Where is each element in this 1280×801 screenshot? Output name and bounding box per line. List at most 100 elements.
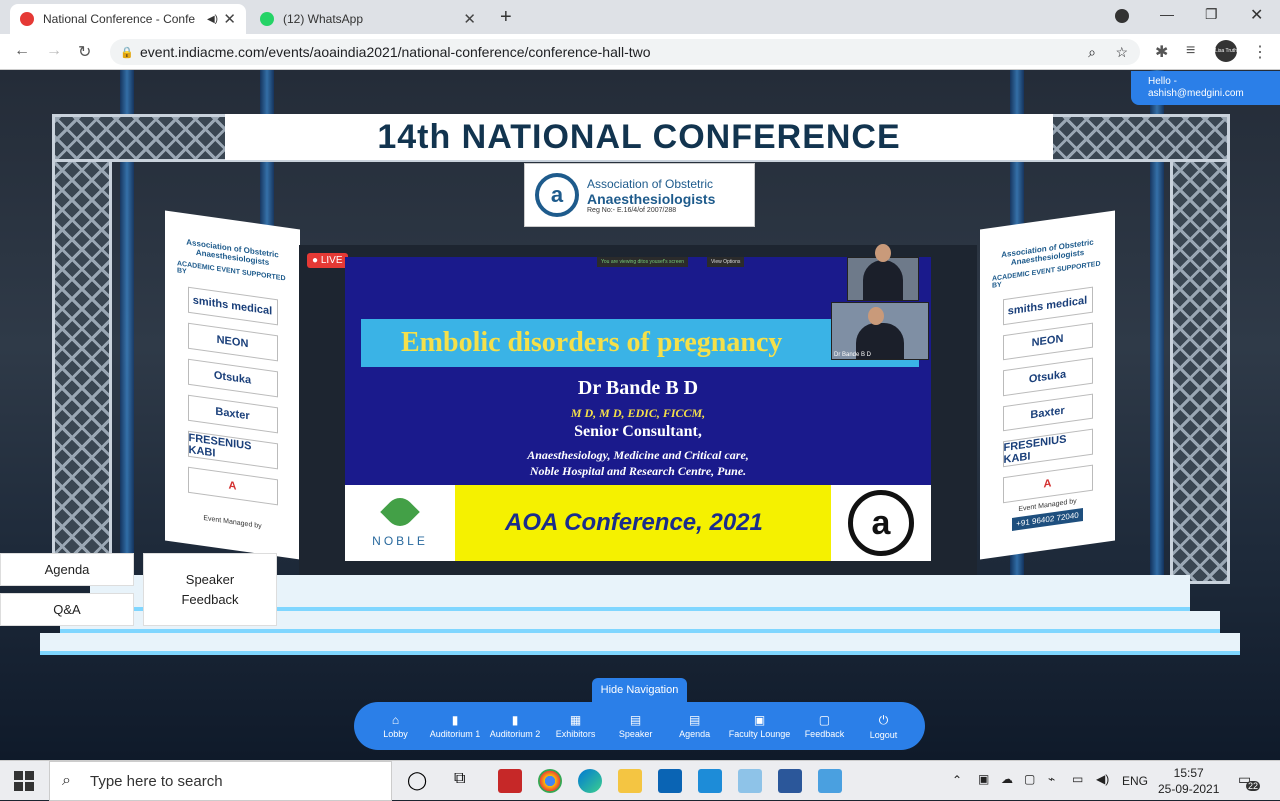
back-arrow-icon[interactable]: ← bbox=[14, 42, 30, 60]
minimize-button[interactable]: — bbox=[1160, 6, 1174, 22]
taskbar-search-input[interactable]: ⌕ Type here to search bbox=[49, 761, 392, 801]
nav-feedback[interactable]: ▢ Feedback bbox=[795, 706, 854, 746]
nav-logout[interactable]: ⏻ Logout bbox=[854, 706, 913, 746]
file-explorer-icon[interactable] bbox=[618, 769, 642, 793]
chrome-icon[interactable] bbox=[538, 769, 562, 793]
new-tab-button[interactable]: + bbox=[500, 6, 512, 29]
lotus-icon bbox=[380, 492, 420, 532]
nav-lobby[interactable]: ⌂ Lobby bbox=[366, 706, 425, 746]
close-window-button[interactable]: ✕ bbox=[1250, 5, 1263, 25]
sponsor-logo: smiths medical bbox=[187, 286, 278, 326]
word-icon[interactable] bbox=[778, 769, 802, 793]
windows-taskbar: ⌕ Type here to search ◯ ⧉ ⌃ ▣ ☁ ▢ ⌁ ▭ ◀)… bbox=[0, 760, 1280, 801]
nav-exhibitors[interactable]: ▦ Exhibitors bbox=[545, 706, 606, 746]
forward-arrow-icon[interactable]: → bbox=[46, 42, 62, 60]
sponsor-logo: FRESENIUS KABI bbox=[187, 430, 278, 470]
user-greeting: Hello - ashish@medgini.com bbox=[1131, 71, 1280, 105]
sponsor-logo: A bbox=[1002, 465, 1093, 504]
sponsor-logo: A bbox=[187, 466, 278, 506]
noble-hospital-logo: NOBLE bbox=[345, 485, 455, 561]
slide-speaker-name: Dr Bande B D bbox=[577, 377, 699, 399]
photos-icon[interactable] bbox=[818, 769, 842, 793]
right-sponsor-banner: Association of Obstetric Anaesthesiologi… bbox=[980, 210, 1115, 560]
browser-tab-strip: National Conference - Confe ◀) ✕ (12) Wh… bbox=[0, 0, 1280, 34]
speaker-cam-label: Dr Bande B D bbox=[834, 352, 872, 358]
org-logo-banner: a Association of Obstetric Anaesthesiolo… bbox=[524, 163, 755, 227]
grid-icon: ▦ bbox=[569, 713, 582, 727]
qa-button[interactable]: Q&A bbox=[0, 593, 134, 626]
nav-auditorium-2[interactable]: ▮ Auditorium 2 bbox=[485, 706, 545, 746]
reload-icon[interactable]: ↻ bbox=[78, 42, 91, 62]
address-bar-row: ← → ↻ 🔒 event.indiacme.com/events/aoaind… bbox=[0, 34, 1280, 70]
sponsor-logo: Otsuka bbox=[187, 358, 278, 398]
onedrive-icon[interactable]: ☁ bbox=[1001, 772, 1013, 786]
power-plug-icon[interactable]: ⌁ bbox=[1048, 772, 1055, 786]
tab-title: National Conference - Confe bbox=[43, 12, 196, 26]
tray-chevron-icon[interactable]: ⌃ bbox=[952, 773, 962, 787]
left-sponsor-banner: Association of Obstetric Anaesthesiologi… bbox=[165, 210, 300, 560]
slide-speaker-dept: Anaesthesiology, Medicine and Critical c… bbox=[527, 448, 749, 478]
aoa-logo-icon: a bbox=[535, 173, 579, 217]
url-text: event.indiacme.com/events/aoaindia2021/n… bbox=[140, 44, 651, 60]
cortana-icon[interactable]: ◯ bbox=[407, 770, 427, 791]
screen-share-notice: You are viewing ditos yousef's screen bbox=[597, 257, 689, 267]
home-icon: ⌂ bbox=[391, 713, 400, 727]
search-icon: ⌕ bbox=[62, 772, 71, 789]
lock-icon: 🔒 bbox=[120, 46, 134, 59]
url-input[interactable]: 🔒 event.indiacme.com/events/aoaindia2021… bbox=[110, 39, 1140, 65]
sponsor-logo: Baxter bbox=[187, 394, 278, 434]
file-icon: ▤ bbox=[629, 713, 642, 727]
close-tab-icon[interactable]: ✕ bbox=[463, 10, 476, 28]
org-name-line1: Association of Obstetric bbox=[587, 176, 714, 191]
tray-camera-icon[interactable]: ▢ bbox=[1024, 772, 1035, 786]
menu-dots-icon[interactable]: ⋮ bbox=[1252, 42, 1268, 62]
notes-app-icon[interactable] bbox=[738, 769, 762, 793]
slide-footer: NOBLE AOA Conference, 2021 a bbox=[345, 485, 931, 561]
network-icon[interactable]: ▭ bbox=[1072, 772, 1083, 786]
profile-avatar[interactable]: Lisa Truth bbox=[1215, 40, 1237, 62]
sponsor-logo: NEON bbox=[187, 322, 278, 362]
aoa-logo-icon: a bbox=[848, 490, 914, 556]
speaker-feedback-button[interactable]: Speaker Feedback bbox=[143, 553, 277, 626]
app-icon[interactable] bbox=[698, 769, 722, 793]
sponsor-logo: smiths medical bbox=[1002, 286, 1093, 325]
view-options-button[interactable]: View Options bbox=[707, 257, 745, 267]
media-control-icon[interactable]: ≡ bbox=[1186, 42, 1195, 60]
sponsor-logo: FRESENIUS KABI bbox=[1002, 429, 1093, 468]
tab-search-icon[interactable] bbox=[1115, 9, 1129, 23]
bookmark-star-icon[interactable]: ☆ bbox=[1115, 44, 1128, 61]
hide-navigation-button[interactable]: Hide Navigation bbox=[592, 678, 687, 702]
clock[interactable]: 15:57 25-09-2021 bbox=[1158, 765, 1219, 797]
edge-icon[interactable] bbox=[578, 769, 602, 793]
right-truss bbox=[1170, 114, 1230, 584]
nav-speaker[interactable]: ▤ Speaker bbox=[606, 706, 665, 746]
nav-auditorium-1[interactable]: ▮ Auditorium 1 bbox=[425, 706, 485, 746]
sponsor-logo: NEON bbox=[1002, 322, 1093, 361]
tray-app-icon[interactable]: ▣ bbox=[978, 772, 989, 786]
windows-start-icon[interactable] bbox=[14, 771, 34, 791]
live-video-player[interactable]: ● LIVE You are viewing ditos yousef's sc… bbox=[299, 244, 977, 575]
lounge-icon: ▣ bbox=[753, 713, 766, 727]
restore-button[interactable]: ❐ bbox=[1205, 6, 1218, 23]
volume-icon[interactable]: ◀) bbox=[1096, 772, 1109, 786]
notification-count-badge: 22 bbox=[1246, 781, 1261, 791]
zoom-icon[interactable]: ⌕ bbox=[1088, 44, 1096, 61]
virtual-stage: 14th NATIONAL CONFERENCE a Association o… bbox=[0, 70, 1280, 760]
nav-agenda[interactable]: ▤ Agenda bbox=[665, 706, 724, 746]
speaker-audio-icon[interactable]: ◀) bbox=[207, 14, 218, 25]
tab-whatsapp[interactable]: (12) WhatsApp ✕ bbox=[250, 4, 486, 34]
tab-national-conference[interactable]: National Conference - Confe ◀) ✕ bbox=[10, 4, 246, 34]
language-indicator[interactable]: ENG bbox=[1122, 774, 1148, 788]
banner-managed-by: Event Managed by bbox=[203, 514, 262, 531]
extensions-icon[interactable]: ✱ bbox=[1155, 42, 1168, 62]
task-view-icon[interactable]: ⧉ bbox=[454, 770, 465, 788]
slide-speaker-role: Senior Consultant, bbox=[574, 423, 702, 440]
outlook-icon[interactable] bbox=[658, 769, 682, 793]
agenda-button[interactable]: Agenda bbox=[0, 553, 134, 586]
whatsapp-favicon-icon bbox=[260, 12, 274, 26]
acrobat-icon[interactable] bbox=[498, 769, 522, 793]
aoa-slide-logo: a bbox=[831, 485, 931, 561]
nav-faculty-lounge[interactable]: ▣ Faculty Lounge bbox=[724, 706, 795, 746]
close-tab-icon[interactable]: ✕ bbox=[223, 10, 236, 28]
bottom-navigation: ⌂ Lobby ▮ Auditorium 1 ▮ Auditorium 2 ▦ Exhi… bbox=[354, 702, 925, 750]
